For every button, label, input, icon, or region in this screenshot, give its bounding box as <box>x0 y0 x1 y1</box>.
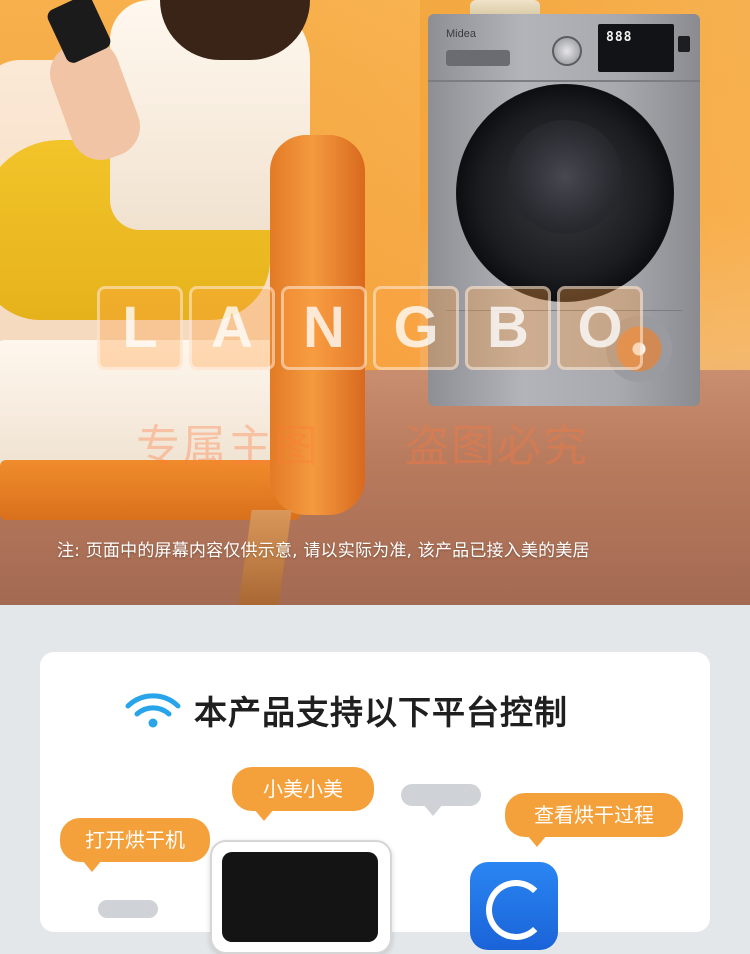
card-header: 本产品支持以下平台控制 <box>124 686 568 734</box>
dryer-display: 888 <box>598 24 674 72</box>
disclaimer-note: 注: 页面中的屏幕内容仅供示意, 请以实际为准, 该产品已接入美的美居 <box>57 541 590 561</box>
dryer-logo: Midea <box>446 28 476 40</box>
watermark-letters: L A N G B O <box>97 286 643 370</box>
voice-bubble-open-dryer: 打开烘干机 <box>60 818 210 872</box>
voice-bubble-view-process: 查看烘干过程 <box>505 793 683 847</box>
dryer-drum <box>508 120 622 234</box>
watermark-letter: G <box>373 286 459 370</box>
watermark-letter: B <box>465 286 551 370</box>
placeholder-bubble <box>401 784 481 816</box>
device-screen <box>222 852 378 942</box>
placeholder-pill <box>98 900 158 918</box>
smart-display-device <box>210 840 392 954</box>
voice-bubble-xiaomei: 小美小美 <box>232 767 374 821</box>
watermark-letter: O <box>557 286 643 370</box>
platform-card: 本产品支持以下平台控制 小美小美 查看烘干过程 打开烘干机 <box>40 652 710 954</box>
watermark-text-left: 专属主图 <box>136 421 320 472</box>
dryer-tray <box>446 50 510 66</box>
dryer-door <box>456 84 674 302</box>
card-title: 本产品支持以下平台控制 <box>194 693 568 732</box>
dryer-knob <box>552 36 582 66</box>
watermark-letter: A <box>189 286 275 370</box>
watermark-letter: L <box>97 286 183 370</box>
app-logo-ring <box>486 880 546 940</box>
watermark-text-right: 盗图必究 <box>405 421 589 472</box>
watermark-letter: N <box>281 286 367 370</box>
power-icon <box>678 36 690 52</box>
midea-app-icon <box>470 862 558 950</box>
dryer-control-panel: Midea 888 <box>428 14 700 82</box>
dryer-digits: 888 <box>606 30 633 45</box>
wifi-icon <box>125 693 181 728</box>
hero-image: Midea 888 L A N G B O 专属主图 盗图必究 注: 页面中的屏… <box>0 0 750 605</box>
